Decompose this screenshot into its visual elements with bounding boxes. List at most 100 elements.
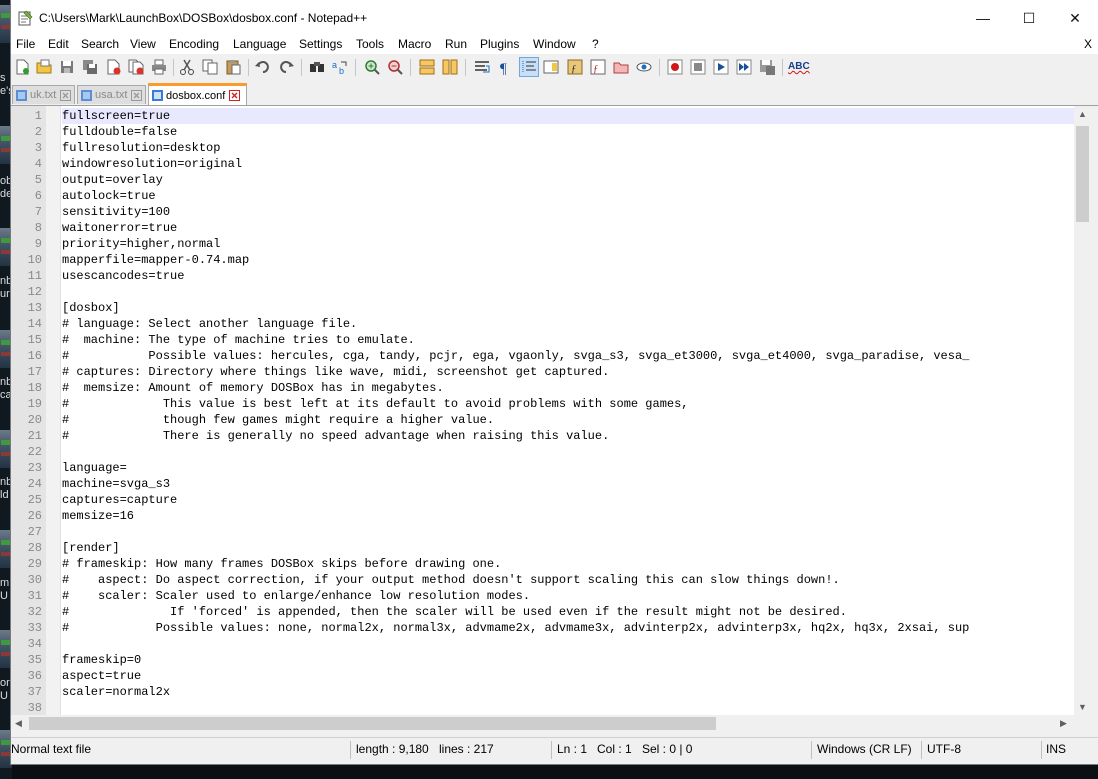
editor-line[interactable]: 28 [render] (11, 540, 1074, 556)
editor-line[interactable]: 4 windowresolution=original (11, 156, 1074, 172)
editor-line[interactable]: 33 # Possible values: none, normal2x, nor… (11, 620, 1074, 636)
zoom-out-icon[interactable] (386, 58, 404, 76)
menu-search[interactable]: Search (81, 37, 119, 51)
macro-play-icon[interactable] (712, 58, 730, 76)
macro-record-icon[interactable] (666, 58, 684, 76)
spell-check-icon[interactable]: ABC (788, 58, 810, 76)
save-icon[interactable] (58, 58, 76, 76)
scroll-left-icon[interactable]: ◀ (15, 718, 22, 729)
editor-line[interactable]: 36 aspect=true (11, 668, 1074, 684)
macro-save-icon[interactable] (758, 58, 776, 76)
editor-line[interactable]: 7 sensitivity=100 (11, 204, 1074, 220)
editor-line[interactable]: 10 mapperfile=mapper-0.74.map (11, 252, 1074, 268)
editor-line[interactable]: 20 # though few games might require a hig… (11, 412, 1074, 428)
vertical-scrollbar[interactable]: ▲ ▼ (1074, 106, 1091, 715)
scroll-up-icon[interactable]: ▲ (1078, 109, 1087, 119)
editor-line[interactable]: 32 # If 'forced' is appended, then the sc… (11, 604, 1074, 620)
title-bar[interactable]: C:\Users\Mark\LaunchBox\DOSBox\dosbox.co… (11, 0, 1098, 36)
editor-line[interactable]: 24 machine=svga_s3 (11, 476, 1074, 492)
editor-line[interactable]: 35 frameskip=0 (11, 652, 1074, 668)
tab-dosbox-conf[interactable]: dosbox.conf (148, 83, 247, 105)
menu-edit[interactable]: Edit (48, 37, 69, 51)
close-icon[interactable] (104, 58, 122, 76)
editor-line[interactable]: 16 # Possible values: hercules, cga, tand… (11, 348, 1074, 364)
maximize-button[interactable]: ☐ (1006, 0, 1052, 36)
sync-vertical-icon[interactable] (418, 58, 436, 76)
cut-icon[interactable] (178, 58, 196, 76)
tab-close-icon[interactable] (131, 89, 143, 101)
status-encoding[interactable]: UTF-8 (927, 742, 961, 756)
menu-window[interactable]: Window (533, 37, 576, 51)
menu-view[interactable]: View (130, 37, 156, 51)
editor-line[interactable]: 11 usescancodes=true (11, 268, 1074, 284)
copy-icon[interactable] (201, 58, 219, 76)
tab-uk-txt[interactable]: uk.txt (12, 85, 75, 104)
editor-line[interactable]: 19 # This value is best left at its defau… (11, 396, 1074, 412)
show-all-chars-icon[interactable]: ¶ (496, 58, 514, 76)
redo-icon[interactable] (277, 58, 295, 76)
status-insert-mode[interactable]: INS (1046, 742, 1066, 756)
menu-encoding[interactable]: Encoding (169, 37, 219, 51)
editor-line[interactable]: 17 # captures: Directory where things lik… (11, 364, 1074, 380)
editor-line[interactable]: 13 [dosbox] (11, 300, 1074, 316)
menu-settings[interactable]: Settings (299, 37, 342, 51)
tab-usa-txt[interactable]: usa.txt (77, 85, 146, 104)
menu-run[interactable]: Run (445, 37, 467, 51)
editor-line[interactable]: 15 # machine: The type of machine tries t… (11, 332, 1074, 348)
editor-line[interactable]: 2 fulldouble=false (11, 124, 1074, 140)
horizontal-scrollbar[interactable]: ◀ ▶ (11, 715, 1074, 732)
sync-horizontal-icon[interactable] (441, 58, 459, 76)
function-list-icon[interactable]: ƒ (566, 58, 584, 76)
editor-line[interactable]: 9 priority=higher,normal (11, 236, 1074, 252)
menu-tools[interactable]: Tools (356, 37, 384, 51)
code-editor[interactable]: 1 fullscreen=true 2 fulldouble=false 3 fullre… (11, 106, 1074, 715)
monitoring-icon[interactable] (612, 58, 630, 76)
editor-line[interactable]: 22 (11, 444, 1074, 460)
editor-line[interactable]: 26 memsize=16 (11, 508, 1074, 524)
macro-run-multiple-icon[interactable] (735, 58, 753, 76)
scroll-right-icon[interactable]: ▶ (1060, 718, 1067, 729)
replace-icon[interactable]: ab (331, 58, 349, 76)
scroll-down-icon[interactable]: ▼ (1078, 702, 1087, 712)
new-file-icon[interactable] (13, 58, 31, 76)
doc-map-icon[interactable] (542, 58, 560, 76)
open-file-icon[interactable] (35, 58, 53, 76)
editor-line[interactable]: 8 waitonerror=true (11, 220, 1074, 236)
find-icon[interactable] (308, 58, 326, 76)
zoom-in-icon[interactable] (363, 58, 381, 76)
editor-line[interactable]: 29 # frameskip: How many frames DOSBox sk… (11, 556, 1074, 572)
paste-icon[interactable] (224, 58, 242, 76)
editor-line[interactable]: 27 (11, 524, 1074, 540)
macro-stop-icon[interactable] (689, 58, 707, 76)
word-wrap-icon[interactable] (473, 58, 491, 76)
editor-line[interactable]: 12 (11, 284, 1074, 300)
close-document-button[interactable]: X (1084, 37, 1092, 51)
editor-line[interactable]: 34 (11, 636, 1074, 652)
status-eol[interactable]: Windows (CR LF) (817, 742, 912, 756)
save-all-icon[interactable] (81, 58, 99, 76)
editor-line[interactable]: 1 fullscreen=true (11, 108, 1074, 124)
tab-close-icon[interactable] (229, 90, 241, 101)
editor-line[interactable]: 18 # memsize: Amount of memory DOSBox has… (11, 380, 1074, 396)
print-icon[interactable] (150, 58, 168, 76)
editor-line[interactable]: 38 (11, 700, 1074, 715)
editor-line[interactable]: 23 language= (11, 460, 1074, 476)
minimize-button[interactable]: — (960, 0, 1006, 36)
undo-icon[interactable] (254, 58, 272, 76)
vertical-scroll-thumb[interactable] (1076, 126, 1089, 222)
menu-help[interactable]: ? (592, 37, 599, 51)
close-all-icon[interactable] (127, 58, 145, 76)
editor-line[interactable]: 25 captures=capture (11, 492, 1074, 508)
close-window-button[interactable]: ✕ (1052, 0, 1098, 36)
editor-line[interactable]: 21 # There is generally no speed advantag… (11, 428, 1074, 444)
horizontal-scroll-thumb[interactable] (29, 717, 716, 730)
menu-macro[interactable]: Macro (398, 37, 431, 51)
editor-line[interactable]: 31 # scaler: Scaler used to enlarge/enhan… (11, 588, 1074, 604)
folder-workspace-icon[interactable]: ƒ (589, 58, 607, 76)
editor-line[interactable]: 3 fullresolution=desktop (11, 140, 1074, 156)
editor-line[interactable]: 6 autolock=true (11, 188, 1074, 204)
indent-guide-icon[interactable] (519, 57, 539, 77)
menu-file[interactable]: File (16, 37, 35, 51)
editor-line[interactable]: 5 output=overlay (11, 172, 1074, 188)
editor-line[interactable]: 30 # aspect: Do aspect correction, if you… (11, 572, 1074, 588)
